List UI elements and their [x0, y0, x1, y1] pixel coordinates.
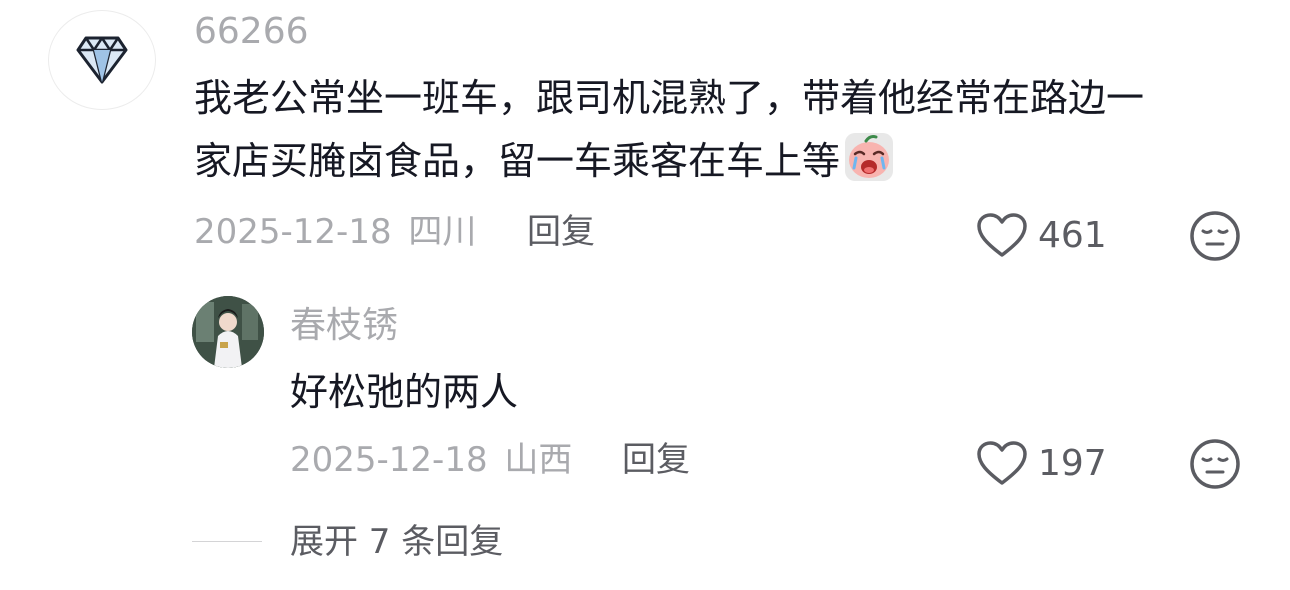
comment-location: 四川: [408, 212, 477, 252]
avatar[interactable]: [48, 10, 156, 110]
like-count: 461: [1038, 214, 1107, 256]
reply-dislike-button[interactable]: [1189, 438, 1241, 494]
comment-username[interactable]: 66266: [194, 14, 309, 50]
reply-location: 山西: [504, 440, 573, 480]
reply-button[interactable]: 回复: [527, 215, 595, 249]
crying-face-emoji: [845, 133, 894, 181]
diamond-icon: [76, 36, 128, 84]
reply-avatar[interactable]: [192, 296, 264, 368]
comment-text-line1: 我老公常坐一班车，跟司机混熟了，带着他经常在路边一: [194, 76, 1145, 120]
like-button[interactable]: 461: [976, 212, 1107, 258]
comment-date: 2025-12-18: [194, 212, 392, 252]
comment-text-line2: 家店买腌卤食品，留一车乘客在车上等: [194, 139, 841, 183]
reply-like-button[interactable]: 197: [976, 440, 1107, 486]
neutral-face-icon: [1190, 211, 1240, 261]
reply-username[interactable]: 春枝锈: [290, 308, 398, 344]
expand-divider: [192, 541, 262, 542]
heart-icon: [977, 213, 1027, 257]
comment-text-line2-wrap: 家店买腌卤食品，留一车乘客在车上等: [194, 132, 894, 187]
reply-text: 好松弛的两人: [290, 370, 519, 414]
heart-icon: [977, 441, 1027, 485]
avatar-photo: [192, 296, 264, 368]
expand-replies-button[interactable]: 展开 7 条回复: [290, 525, 503, 559]
reply-date: 2025-12-18: [290, 440, 488, 480]
neutral-face-icon: [1190, 439, 1240, 489]
reply-reply-button[interactable]: 回复: [622, 443, 690, 477]
dislike-button[interactable]: [1189, 210, 1241, 266]
reply-like-count: 197: [1038, 442, 1107, 484]
